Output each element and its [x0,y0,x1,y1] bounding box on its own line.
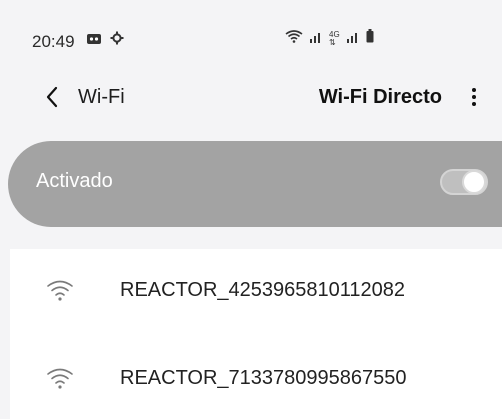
network-ssid: REACTOR_4253965810112082 [120,279,406,301]
settings-icon [110,31,124,50]
media-icon [86,32,102,50]
toggle-knob [462,170,486,194]
wifi-icon [45,363,75,393]
back-label[interactable]: Wi-Fi [78,86,125,109]
network-list: REACTOR_4253965810112082 REACTOR_7133780… [10,249,502,419]
signal-icon [309,30,323,48]
back-button[interactable] [40,84,64,110]
status-left-icons [86,31,124,50]
wifi-toggle[interactable] [440,169,488,195]
master-switch-row[interactable]: Activado [8,141,502,227]
more-vertical-icon[interactable] [462,84,486,110]
wifi-direct-button[interactable]: Wi-Fi Directo [319,86,442,109]
status-bar: 20:49 4G ⇅ [0,0,502,70]
list-item[interactable]: REACTOR_7133780995867550 [10,337,502,419]
top-app-bar: Wi-Fi Wi-Fi Directo [0,72,502,122]
master-switch-label: Activado [36,170,113,192]
list-item[interactable]: REACTOR_4253965810112082 [10,249,502,331]
4g-icon: 4G ⇅ [329,29,340,47]
battery-icon [366,29,374,48]
wifi-icon [285,29,303,48]
wifi-icon [45,275,75,305]
signal-icon [346,30,360,48]
status-right-icons: 4G ⇅ [285,29,374,48]
network-ssid: REACTOR_7133780995867550 [120,367,407,389]
status-time: 20:49 [32,32,75,51]
chevron-left-icon [46,86,58,108]
